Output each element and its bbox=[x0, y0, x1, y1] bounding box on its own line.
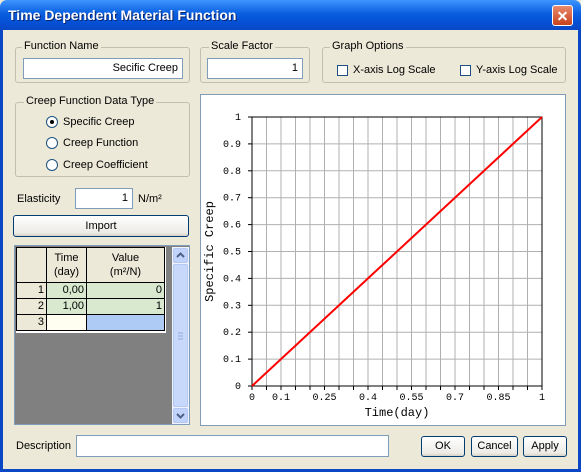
radio-specific-creep-label: Specific Creep bbox=[63, 116, 135, 128]
y-tick-label: 0.2 bbox=[223, 328, 241, 339]
creep-type-label: Creep Function Data Type bbox=[24, 95, 157, 107]
window-title: Time Dependent Material Function bbox=[8, 7, 237, 23]
y-axis-log-label: Y-axis Log Scale bbox=[476, 64, 558, 76]
table-cell-value[interactable] bbox=[87, 315, 165, 331]
row-number: 3 bbox=[16, 315, 47, 331]
x-tick-label: 0.4 bbox=[359, 393, 377, 404]
radio-creep-function[interactable] bbox=[46, 137, 58, 149]
x-axis-log-label: X-axis Log Scale bbox=[353, 64, 436, 76]
description-label: Description bbox=[16, 440, 72, 452]
table-cell-time[interactable] bbox=[47, 315, 87, 331]
y-tick-label: 0.3 bbox=[223, 301, 241, 312]
elasticity-input[interactable]: 1 bbox=[75, 188, 133, 209]
graph-options-label: Graph Options bbox=[330, 40, 406, 52]
y-tick-label: 0.1 bbox=[223, 355, 241, 366]
radio-creep-coefficient[interactable] bbox=[46, 159, 58, 171]
x-axis-label: Time(day) bbox=[365, 406, 430, 420]
table-header-time[interactable]: Time (day) bbox=[47, 247, 87, 283]
ok-button[interactable]: OK bbox=[421, 436, 465, 457]
y-tick-label: 0 bbox=[235, 382, 241, 393]
chart-panel: 0 0.1 0.25 0.4 0.55 0.7 0.85 1 0 0.1 0.2 0.3 0.4 0.5 0… bbox=[200, 94, 566, 426]
x-tick-label: 0.7 bbox=[446, 393, 464, 404]
table-cell-value[interactable]: 0 bbox=[87, 283, 165, 299]
function-name-input[interactable]: Secific Creep bbox=[23, 58, 183, 79]
chart: 0 0.1 0.25 0.4 0.55 0.7 0.85 1 0 0.1 0.2 0.3 0.4 0.5 0… bbox=[203, 113, 545, 420]
table-cell-time[interactable]: 1,00 bbox=[47, 299, 87, 315]
scale-factor-input[interactable]: 1 bbox=[207, 58, 303, 79]
scroll-thumb[interactable] bbox=[173, 264, 188, 407]
data-table[interactable]: Time (day) Value (m²/N) 1 0,00 0 2 1,00 1 … bbox=[14, 245, 190, 425]
y-axis-log-checkbox[interactable] bbox=[460, 65, 471, 76]
radio-specific-creep[interactable] bbox=[46, 116, 58, 128]
table-cell-value[interactable]: 1 bbox=[87, 299, 165, 315]
table-corner bbox=[16, 247, 47, 283]
scale-factor-label: Scale Factor bbox=[209, 40, 275, 52]
x-tick-label: 0.55 bbox=[399, 393, 423, 404]
y-tick-label: 0.5 bbox=[223, 248, 241, 259]
close-icon[interactable] bbox=[552, 5, 573, 26]
x-tick-label: 0.1 bbox=[272, 393, 290, 404]
x-tick-label: 0.25 bbox=[312, 393, 336, 404]
elasticity-label: Elasticity bbox=[17, 193, 61, 205]
scroll-down-arrow-icon[interactable] bbox=[173, 408, 188, 423]
row-number: 2 bbox=[16, 299, 47, 315]
row-number: 1 bbox=[16, 283, 47, 299]
function-name-label: Function Name bbox=[22, 40, 101, 52]
elasticity-unit: N/m² bbox=[138, 193, 162, 205]
radio-creep-coefficient-label: Creep Coefficient bbox=[63, 159, 148, 171]
scroll-up-arrow-icon[interactable] bbox=[173, 248, 188, 263]
x-tick-label: 0.85 bbox=[486, 393, 510, 404]
x-tick-label: 0 bbox=[249, 393, 255, 404]
apply-button[interactable]: Apply bbox=[523, 436, 567, 457]
table-header-value[interactable]: Value (m²/N) bbox=[87, 247, 165, 283]
cancel-button[interactable]: Cancel bbox=[471, 436, 518, 457]
y-tick-label: 0.4 bbox=[223, 274, 241, 285]
y-tick-label: 1 bbox=[235, 113, 241, 124]
y-tick-label: 0.7 bbox=[223, 194, 241, 205]
x-axis-log-checkbox[interactable] bbox=[337, 65, 348, 76]
title-bar[interactable]: Time Dependent Material Function bbox=[0, 0, 581, 30]
import-button[interactable]: Import bbox=[13, 215, 189, 237]
y-tick-label: 0.6 bbox=[223, 221, 241, 232]
x-tick-label: 1 bbox=[539, 393, 545, 404]
y-tick-label: 0.8 bbox=[223, 167, 241, 178]
radio-creep-function-label: Creep Function bbox=[63, 137, 139, 149]
table-cell-time[interactable]: 0,00 bbox=[47, 283, 87, 299]
y-tick-label: 0.9 bbox=[223, 140, 241, 151]
y-axis-label: Specific Creep bbox=[203, 201, 217, 302]
description-input[interactable] bbox=[76, 435, 389, 457]
table-scrollbar[interactable] bbox=[172, 247, 189, 424]
